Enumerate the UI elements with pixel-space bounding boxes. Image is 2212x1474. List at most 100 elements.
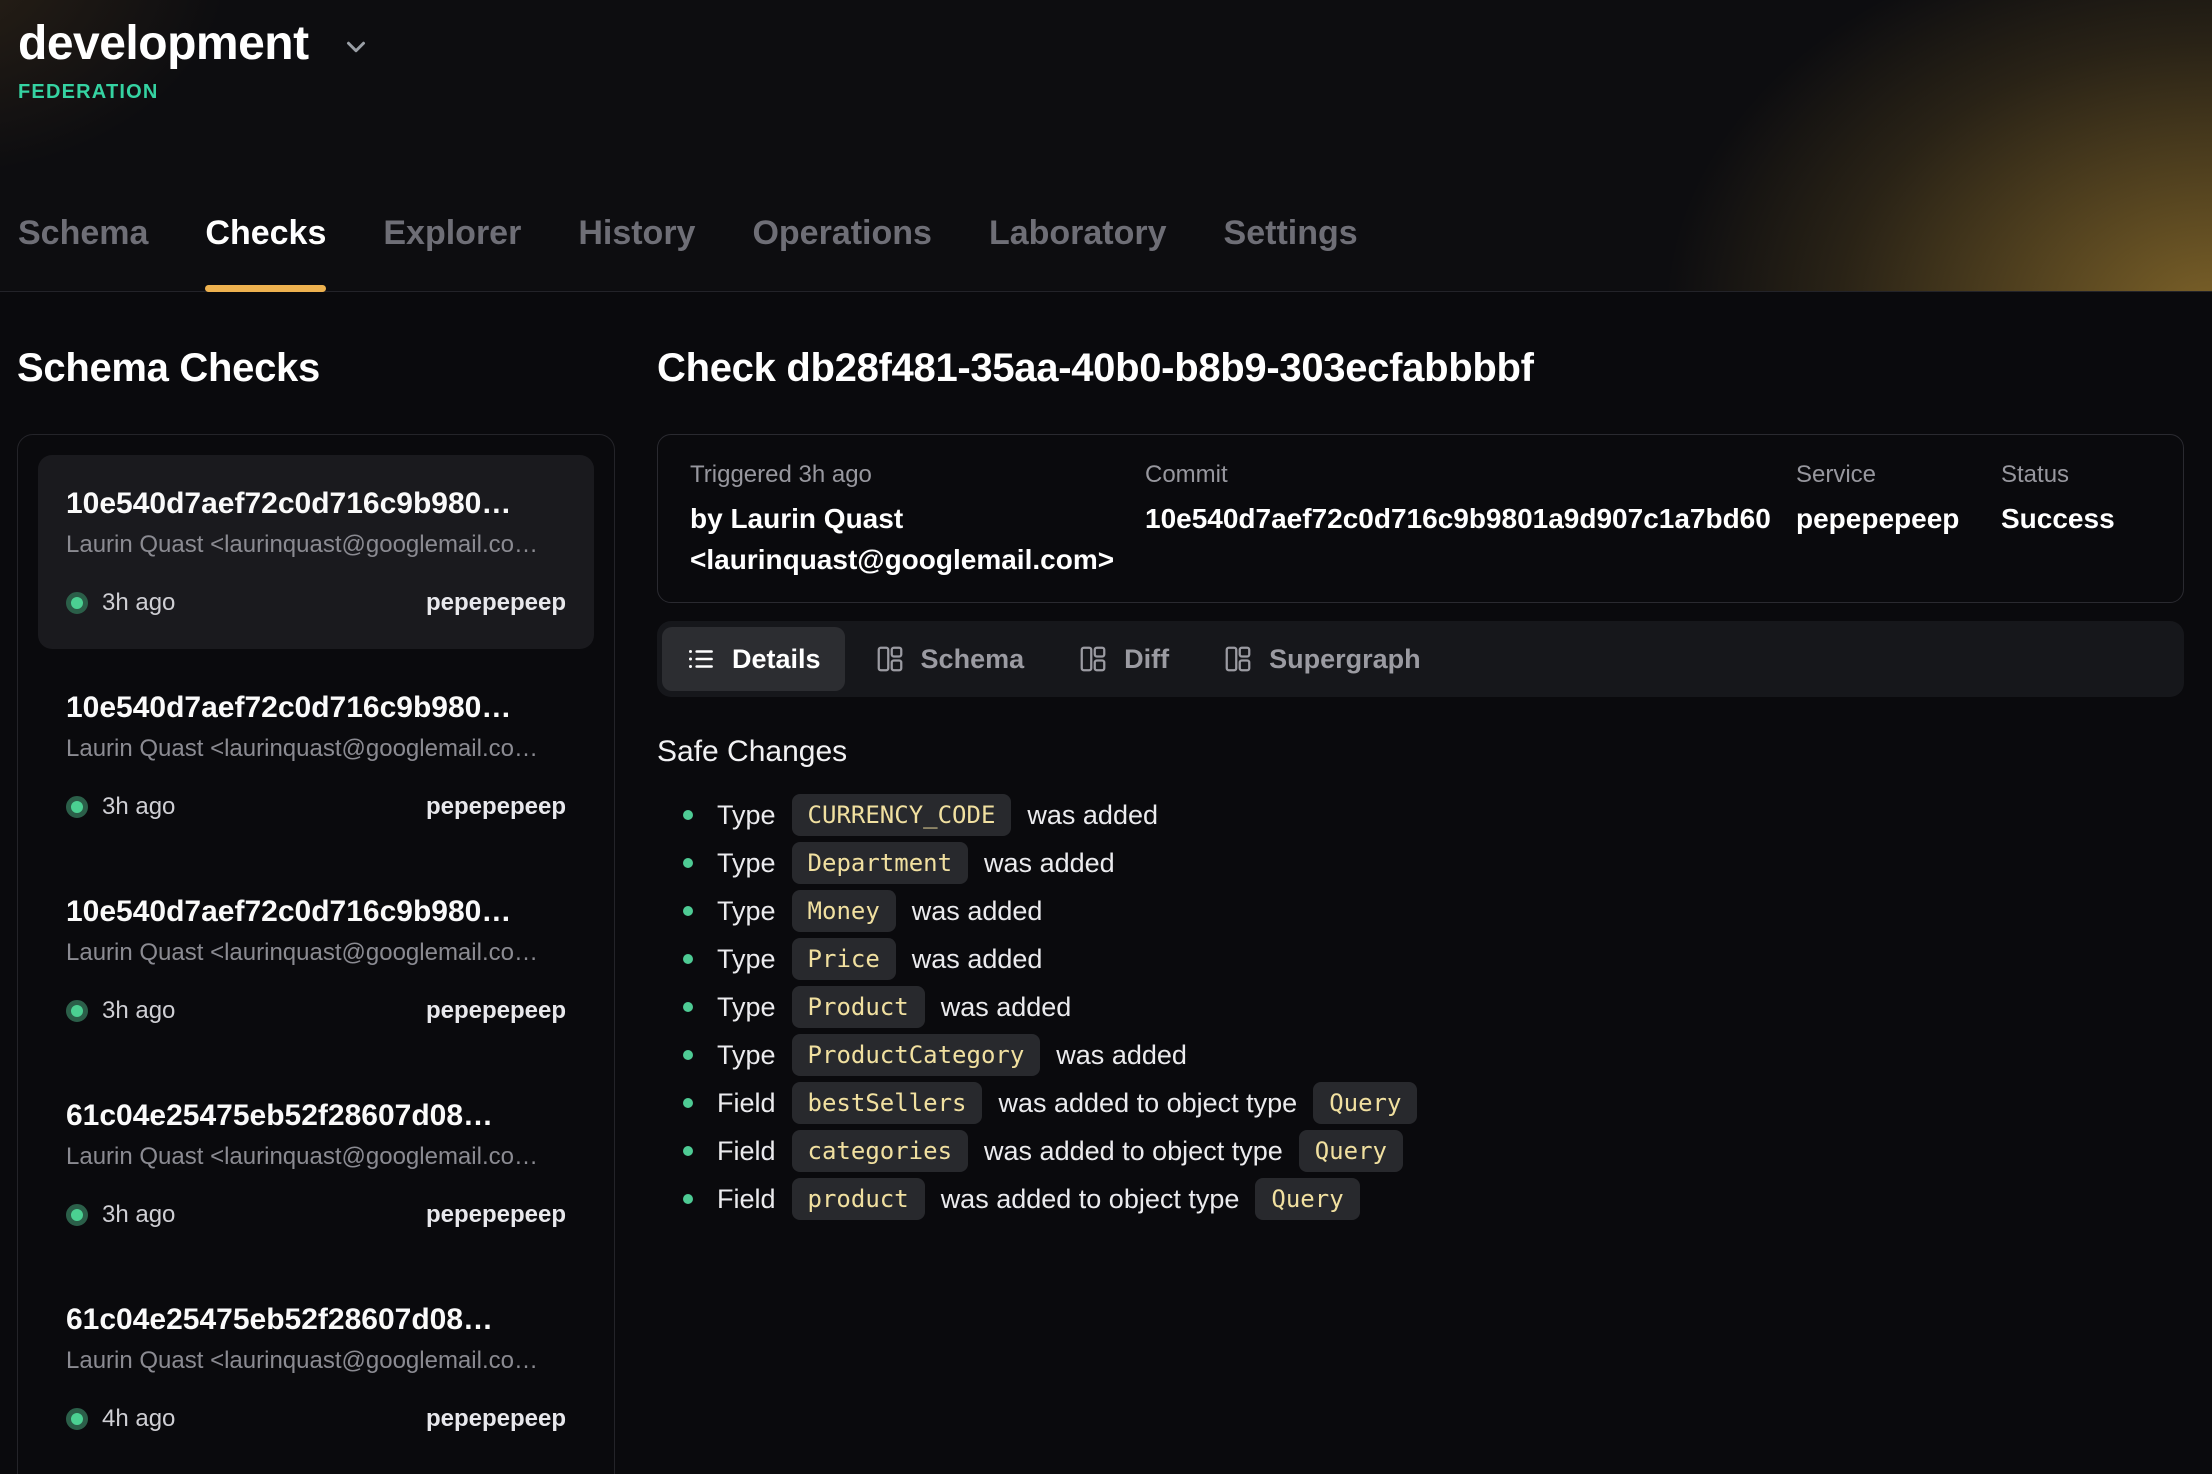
meta-triggered-value: by Laurin Quast <laurinquast@googlemail.…: [690, 499, 1080, 580]
tab-laboratory[interactable]: Laboratory: [989, 214, 1167, 291]
change-row: TypeDepartmentwas added: [657, 839, 2184, 887]
change-text: was added to object type: [984, 1136, 1283, 1167]
meta-commit-value: 10e540d7aef72c0d716c9b9801a9d907c1a7bd60: [1145, 499, 1796, 540]
chevron-down-icon: [341, 32, 371, 65]
check-item-time: 3h ago: [102, 793, 175, 821]
changes-section-title: Safe Changes: [657, 735, 2184, 769]
check-item-id: 10e540d7aef72c0d716c9b980…: [66, 691, 566, 725]
change-code-badge: Money: [792, 890, 896, 932]
check-item-author: Laurin Quast <laurinquast@googlemail.co…: [66, 531, 566, 559]
tab-settings[interactable]: Settings: [1224, 214, 1358, 291]
status-dot-icon: [66, 1000, 88, 1022]
view-tab-supergraph[interactable]: Supergraph: [1199, 627, 1445, 691]
meta-service-value: pepepepeep: [1796, 499, 2001, 540]
content: Schema Checks 10e540d7aef72c0d716c9b980……: [0, 292, 2212, 1474]
change-code-badge: Department: [792, 842, 969, 884]
bullet-icon: [683, 1146, 693, 1156]
project-type-badge: FEDERATION: [18, 81, 2184, 104]
change-text: was added: [941, 992, 1072, 1023]
change-row: Type Product was added: [657, 983, 2184, 1031]
check-list-item[interactable]: 10e540d7aef72c0d716c9b980…Laurin Quast <…: [38, 863, 594, 1057]
check-item-author: Laurin Quast <laurinquast@googlemail.co…: [66, 1143, 566, 1171]
check-item-service: pepepepeep: [426, 1405, 566, 1433]
change-code-badge: categories: [792, 1130, 969, 1172]
check-item-service: pepepepeep: [426, 589, 566, 617]
project-title-row: development: [18, 16, 2184, 71]
check-view-tabs: Details Schema Diff Supergraph: [657, 621, 2184, 697]
bullet-icon: [683, 1098, 693, 1108]
tab-schema[interactable]: Schema: [18, 214, 148, 291]
check-item-time: 3h ago: [102, 589, 175, 617]
change-kind: Field: [717, 1088, 776, 1119]
change-code2-badge: Query: [1299, 1130, 1403, 1172]
project-header: development FEDERATION Schema Checks Explo…: [0, 0, 2212, 292]
view-tab-details[interactable]: Details: [662, 627, 845, 691]
changes-list: TypeCURRENCY_CODEwas addedTypeDepartment…: [657, 791, 2184, 1223]
meta-triggered-label: Triggered 3h ago: [690, 461, 1145, 489]
view-tab-label: Diff: [1124, 644, 1169, 675]
change-text: was added: [1027, 800, 1158, 831]
change-kind: Type: [717, 896, 776, 927]
meta-triggered: Triggered 3h ago by Laurin Quast <laurin…: [690, 461, 1145, 580]
project-tabs: Schema Checks Explorer History Operations Lab…: [18, 214, 2192, 291]
check-list-item[interactable]: 61c04e25475eb52f28607d08… Laurin Quast <l…: [38, 1067, 594, 1261]
check-item-service: pepepepeep: [426, 997, 566, 1025]
meta-service-label: Service: [1796, 461, 2001, 489]
check-item-time: 3h ago: [102, 1201, 175, 1229]
status-dot-icon: [66, 592, 88, 614]
meta-service: Service pepepepeep: [1796, 461, 2001, 580]
meta-commit-label: Commit: [1145, 461, 1796, 489]
view-tab-diff[interactable]: Diff: [1054, 627, 1193, 691]
change-row: TypeMoneywas added: [657, 887, 2184, 935]
bullet-icon: [683, 954, 693, 964]
change-kind: Field: [717, 1136, 776, 1167]
check-item-meta: 3h ago pepepepeep: [66, 589, 566, 617]
check-item-author: Laurin Quast <laurinquast@googlemail.co…: [66, 735, 566, 763]
change-code-badge: Product: [792, 986, 925, 1028]
list-icon: [686, 644, 716, 674]
tab-explorer[interactable]: Explorer: [383, 214, 521, 291]
change-kind: Field: [717, 1184, 776, 1215]
bullet-icon: [683, 906, 693, 916]
meta-status-value: Success: [2001, 499, 2151, 540]
change-row: Field product was added to object type Quer…: [657, 1175, 2184, 1223]
change-row: TypeProductCategorywas added: [657, 1031, 2184, 1079]
check-item-author: Laurin Quast <laurinquast@googlemail.co…: [66, 1347, 566, 1375]
change-code-badge: product: [792, 1178, 925, 1220]
check-item-id: 61c04e25475eb52f28607d08…: [66, 1303, 566, 1337]
check-item-service: pepepepeep: [426, 1201, 566, 1229]
check-list-item[interactable]: 10e540d7aef72c0d716c9b980… Laurin Quast <…: [38, 455, 594, 649]
project-title: development: [18, 16, 309, 71]
check-item-meta: 3h agopepepepeep: [66, 793, 566, 821]
tab-checks[interactable]: Checks: [205, 214, 326, 291]
columns-icon: [1078, 644, 1108, 674]
change-text: was added: [1056, 1040, 1187, 1071]
change-kind: Type: [717, 848, 776, 879]
change-text: was added to object type: [941, 1184, 1240, 1215]
change-code2-badge: Query: [1255, 1178, 1359, 1220]
check-item-id: 61c04e25475eb52f28607d08…: [66, 1099, 566, 1133]
bullet-icon: [683, 858, 693, 868]
columns-icon: [875, 644, 905, 674]
status-dot-icon: [66, 1204, 88, 1226]
project-switcher-button[interactable]: [341, 32, 371, 65]
check-list-item[interactable]: 61c04e25475eb52f28607d08… Laurin Quast <l…: [38, 1271, 594, 1465]
check-item-meta: 3h ago pepepepeep: [66, 1201, 566, 1229]
bullet-icon: [683, 1050, 693, 1060]
tab-history[interactable]: History: [578, 214, 695, 291]
check-item-id: 10e540d7aef72c0d716c9b980…: [66, 487, 566, 521]
view-tab-label: Details: [732, 644, 821, 675]
status-dot-icon: [66, 796, 88, 818]
view-tab-schema[interactable]: Schema: [851, 627, 1049, 691]
checks-list: 10e540d7aef72c0d716c9b980… Laurin Quast <…: [17, 434, 615, 1474]
change-kind: Type: [717, 992, 776, 1023]
columns-icon: [1223, 644, 1253, 674]
check-item-meta: 4h agopepepepeep: [66, 1405, 566, 1433]
tab-operations[interactable]: Operations: [752, 214, 931, 291]
bullet-icon: [683, 810, 693, 820]
change-text: was added to object type: [998, 1088, 1297, 1119]
check-list-item[interactable]: 10e540d7aef72c0d716c9b980… Laurin Quast <…: [38, 659, 594, 853]
bullet-icon: [683, 1002, 693, 1012]
view-tab-label: Schema: [921, 644, 1025, 675]
change-kind: Type: [717, 944, 776, 975]
